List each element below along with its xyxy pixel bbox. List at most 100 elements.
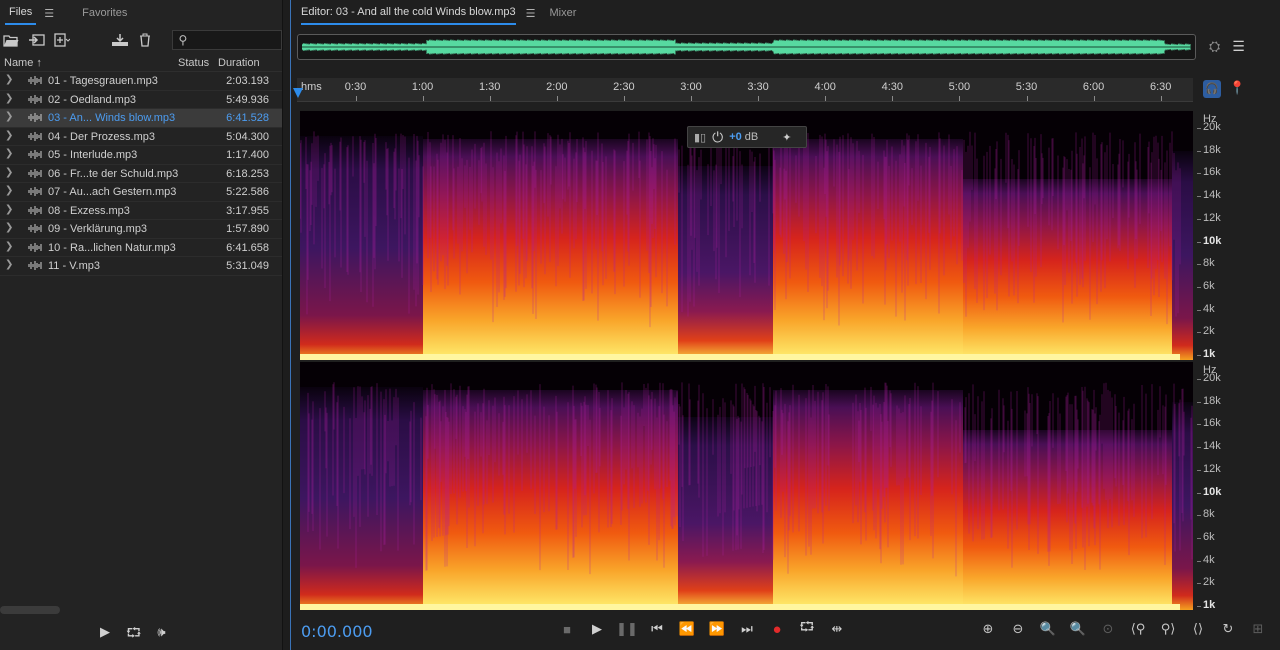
record-icon[interactable]: ● xyxy=(769,620,785,638)
preview-loop-icon[interactable]: ⮔ xyxy=(126,624,141,646)
trash-icon[interactable] xyxy=(137,31,154,49)
audio-file-icon xyxy=(28,168,42,178)
panel-menu-icon[interactable]: ☰ xyxy=(44,7,54,20)
spectrogram-left-channel[interactable] xyxy=(300,111,1193,360)
frequency-tick xyxy=(1197,309,1201,311)
expand-chevron-icon[interactable]: ❯ xyxy=(5,130,13,141)
import-file-icon[interactable] xyxy=(28,31,46,49)
pause-icon[interactable]: ❚❚ xyxy=(616,620,638,638)
file-name: 03 - An... Winds blow.mp3 xyxy=(48,112,176,124)
file-row[interactable]: ❯ 10 - Ra...lichen Natur.mp3 6:41.658 xyxy=(0,239,282,257)
rewind-icon[interactable]: ⏪ xyxy=(679,620,695,638)
time-ruler[interactable]: hms 0:30 1:00 1:30 2:00 2:30 3:00 3:30 4:00 4:30 5… xyxy=(297,78,1193,102)
new-file-icon[interactable] xyxy=(54,31,71,49)
tab-favorites[interactable]: Favorites xyxy=(78,0,131,26)
files-search-input[interactable]: ⚲ xyxy=(171,30,282,50)
headphones-icon[interactable]: 🎧 xyxy=(1203,80,1221,98)
gain-knob-icon[interactable]: ⏻ xyxy=(712,129,723,146)
zoom-frequency-icon[interactable]: ⊞ xyxy=(1249,620,1267,638)
zoom-out-full-icon[interactable]: ⊙ xyxy=(1099,620,1117,638)
zoom-selection-icon[interactable]: ⟨⟩ xyxy=(1189,620,1207,638)
zoom-in-time-icon[interactable]: 🔍 xyxy=(1039,620,1057,638)
zoom-navigator-icon[interactable]: ⛭ xyxy=(1209,38,1220,55)
frequency-tick-label: 1k xyxy=(1203,599,1216,611)
play-icon[interactable]: ▶ xyxy=(589,620,605,638)
audio-file-icon xyxy=(28,242,42,252)
files-horizontal-scrollbar[interactable] xyxy=(0,606,60,614)
frequency-axis-right: Hz 20k 18k 16k 14k 12k 10k 8k 6k 4k 2k 1k xyxy=(1197,362,1275,611)
file-list-header: Name ↑ Status Duration xyxy=(0,54,282,72)
files-panel: Files ☰ Favorites ⚲ Name ↑ Status Durati… xyxy=(0,0,283,650)
ruler-tick-label: hms xyxy=(301,81,322,93)
audio-file-icon xyxy=(28,150,42,159)
skip-to-end-icon[interactable]: ⏭ xyxy=(739,620,755,638)
preview-play-icon[interactable]: ▶ xyxy=(100,624,110,646)
expand-chevron-icon[interactable]: ❯ xyxy=(5,111,13,122)
file-name: 02 - Oedland.mp3 xyxy=(48,93,137,106)
expand-chevron-icon[interactable]: ❯ xyxy=(5,74,13,85)
column-duration-header[interactable]: Duration xyxy=(218,57,260,69)
expand-chevron-icon[interactable]: ❯ xyxy=(5,259,13,270)
file-row[interactable]: ❯ 04 - Der Prozess.mp3 5:04.300 xyxy=(0,128,282,146)
gain-hud[interactable]: ▮▯ ⏻ +0 dB ✦ xyxy=(687,126,807,148)
file-duration: 5:22.586 xyxy=(226,186,269,198)
zoom-out-amplitude-icon[interactable]: ⊖ xyxy=(1009,620,1027,638)
frequency-tick-label: 10k xyxy=(1203,485,1222,498)
file-row[interactable]: ❯ 05 - Interlude.mp3 1:17.400 xyxy=(0,146,282,165)
zoom-in-amplitude-icon[interactable]: ⊕ xyxy=(979,620,997,638)
stop-icon[interactable]: ■ xyxy=(559,620,575,638)
expand-chevron-icon[interactable]: ❯ xyxy=(5,222,13,233)
frequency-tick-label: 16k xyxy=(1203,166,1221,179)
view-options-icon[interactable]: ☰ xyxy=(1232,38,1245,55)
fast-forward-icon[interactable]: ⏩ xyxy=(709,620,725,638)
frequency-tick-label: 16k xyxy=(1203,417,1221,430)
hud-pin-icon[interactable]: ✦ xyxy=(782,131,791,144)
column-status-header[interactable]: Status xyxy=(178,57,209,69)
file-row[interactable]: ❯ 08 - Exzess.mp3 3:17.955 xyxy=(0,202,282,220)
ruler-tick-label: 2:30 xyxy=(613,81,635,93)
file-duration: 1:57.890 xyxy=(226,223,269,235)
zoom-in-point-icon[interactable]: ⟨⚲ xyxy=(1129,620,1147,638)
expand-chevron-icon[interactable]: ❯ xyxy=(5,185,13,196)
frequency-tick-label: 20k xyxy=(1203,372,1221,384)
frequency-tick xyxy=(1197,128,1201,129)
file-row[interactable]: ❯ 09 - Verklärung.mp3 1:57.890 xyxy=(0,220,282,239)
zoom-controls: ⊕ ⊖ 🔍 🔍 ⊙ ⟨⚲ ⚲⟩ ⟨⟩ ↻ ⊞ xyxy=(979,620,1267,638)
overview-waveform xyxy=(302,39,1191,55)
pin-icon[interactable]: 📍 xyxy=(1229,80,1245,98)
insert-into-multitrack-icon[interactable] xyxy=(111,31,129,49)
tab-mixer[interactable]: Mixer xyxy=(550,2,577,24)
tab-files[interactable]: Files xyxy=(5,1,37,25)
expand-chevron-icon[interactable]: ❯ xyxy=(5,167,13,178)
expand-chevron-icon[interactable]: ❯ xyxy=(5,241,13,252)
tab-editor[interactable]: Editor: 03 - And all the cold Winds blow… xyxy=(301,1,516,25)
column-name-header[interactable]: Name ↑ xyxy=(4,57,42,69)
expand-chevron-icon[interactable]: ❯ xyxy=(5,93,13,104)
audio-file-icon xyxy=(28,131,42,141)
editor-menu-icon[interactable]: ☰ xyxy=(526,7,536,20)
playhead-marker[interactable] xyxy=(293,88,303,98)
gain-value[interactable]: +0 dB xyxy=(729,131,758,143)
file-row[interactable]: ❯ 06 - Fr...te der Schuld.mp3 6:18.253 xyxy=(0,165,282,183)
ruler-tick xyxy=(556,96,558,101)
file-duration: 3:17.955 xyxy=(226,204,269,217)
open-file-icon[interactable] xyxy=(3,31,20,49)
expand-chevron-icon[interactable]: ❯ xyxy=(5,204,13,215)
waveform-overview[interactable] xyxy=(297,34,1196,60)
skip-selection-icon[interactable]: ⇹ xyxy=(829,620,845,638)
expand-chevron-icon[interactable]: ❯ xyxy=(5,148,13,159)
preview-volume-icon[interactable]: 🕪 xyxy=(157,624,165,646)
skip-to-start-icon[interactable]: ⏮ xyxy=(649,620,665,638)
file-row[interactable]: ❯ 01 - Tagesgrauen.mp3 2:03.193 xyxy=(0,72,282,91)
zoom-out-point-icon[interactable]: ⚲⟩ xyxy=(1159,620,1177,638)
zoom-reset-icon[interactable]: ↻ xyxy=(1219,620,1237,638)
file-row[interactable]: ❯ 03 - An... Winds blow.mp3 6:41.528 xyxy=(0,109,282,128)
zoom-out-time-icon[interactable]: 🔍 xyxy=(1069,620,1087,638)
file-row[interactable]: ❯ 11 - V.mp3 5:31.049 xyxy=(0,257,282,276)
file-row[interactable]: ❯ 07 - Au...ach Gestern.mp3 5:22.586 xyxy=(0,183,282,202)
loop-icon[interactable]: ⮔ xyxy=(799,619,815,638)
time-display[interactable]: 0:00.000 xyxy=(301,622,373,641)
spectrogram-right-channel[interactable] xyxy=(300,362,1193,610)
frequency-tick-label: 8k xyxy=(1203,508,1215,521)
file-row[interactable]: ❯ 02 - Oedland.mp3 5:49.936 xyxy=(0,91,282,109)
